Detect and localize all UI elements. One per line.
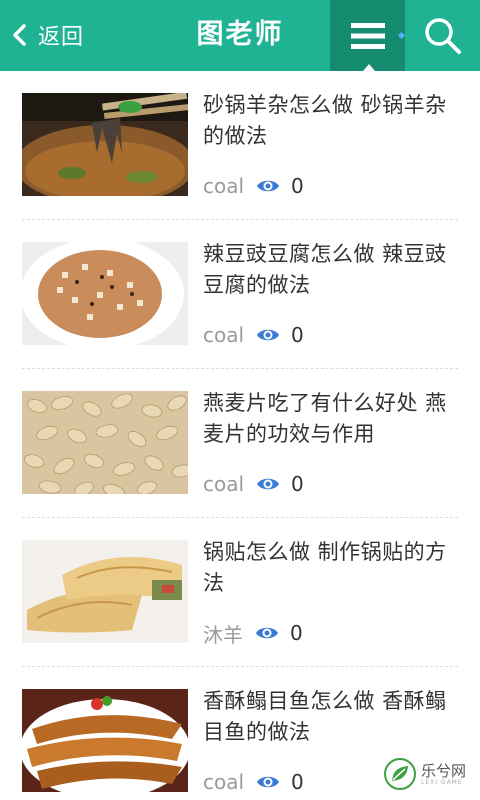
search-button[interactable] — [405, 0, 480, 71]
article-author: coal — [203, 323, 245, 347]
eye-icon — [257, 329, 280, 341]
article-meta: coal 0 — [203, 768, 304, 796]
article-author: 沐羊 — [203, 622, 243, 647]
view-count: 0 — [291, 174, 304, 198]
article-meta: coal 0 — [203, 172, 304, 200]
view-count: 0 — [290, 621, 303, 645]
view-count: 0 — [291, 323, 304, 347]
article-item[interactable]: 辣豆豉豆腐怎么做 辣豆豉豆腐的做法 coal 0 — [22, 220, 458, 369]
eye-icon — [256, 627, 278, 639]
menu-pointer — [363, 64, 375, 71]
eye-icon — [257, 478, 280, 490]
article-meta: coal 0 — [203, 321, 304, 349]
site-watermark: 乐兮网 LEXI GAME — [383, 752, 478, 796]
view-count: 0 — [291, 472, 304, 496]
article-title[interactable]: 砂锅羊杂怎么做 砂锅羊杂的做法 — [203, 90, 453, 152]
article-author: coal — [203, 472, 245, 496]
chevron-left-icon — [13, 24, 26, 46]
article-thumbnail — [22, 93, 188, 196]
watermark-text: 乐兮网 — [421, 761, 467, 780]
back-label: 返回 — [38, 25, 85, 50]
article-title[interactable]: 燕麦片吃了有什么好处 燕麦片的功效与作用 — [203, 388, 453, 450]
article-item[interactable]: 燕麦片吃了有什么好处 燕麦片的功效与作用 coal 0 — [22, 369, 458, 518]
top-bar: 返回 图老师 — [0, 0, 480, 71]
eye-icon — [257, 180, 280, 192]
article-author: coal — [203, 174, 245, 198]
article-thumbnail — [22, 391, 188, 494]
article-title[interactable]: 辣豆豉豆腐怎么做 辣豆豉豆腐的做法 — [203, 239, 453, 301]
article-thumbnail — [22, 689, 188, 792]
article-title[interactable]: 锅贴怎么做 制作锅贴的方法 — [203, 537, 453, 599]
search-icon — [424, 17, 461, 54]
eye-icon — [257, 776, 280, 788]
article-item[interactable]: 锅贴怎么做 制作锅贴的方法 沐羊 0 — [22, 518, 458, 667]
menu-button[interactable] — [330, 0, 405, 71]
menu-icon — [350, 22, 385, 49]
article-thumbnail — [22, 540, 188, 643]
leaf-logo-icon — [384, 758, 416, 790]
article-author: coal — [203, 770, 245, 794]
article-item[interactable]: 砂锅羊杂怎么做 砂锅羊杂的做法 coal 0 — [22, 71, 458, 220]
article-title[interactable]: 香酥鳎目鱼怎么做 香酥鳎目鱼的做法 — [203, 686, 453, 748]
article-meta: 沐羊 0 — [203, 619, 303, 647]
watermark-subtext: LEXI GAME — [421, 778, 463, 786]
article-meta: coal 0 — [203, 470, 304, 498]
page-title: 图老师 — [196, 19, 284, 50]
view-count: 0 — [291, 770, 304, 794]
back-button[interactable]: 返回 — [10, 14, 84, 56]
article-thumbnail — [22, 242, 188, 345]
